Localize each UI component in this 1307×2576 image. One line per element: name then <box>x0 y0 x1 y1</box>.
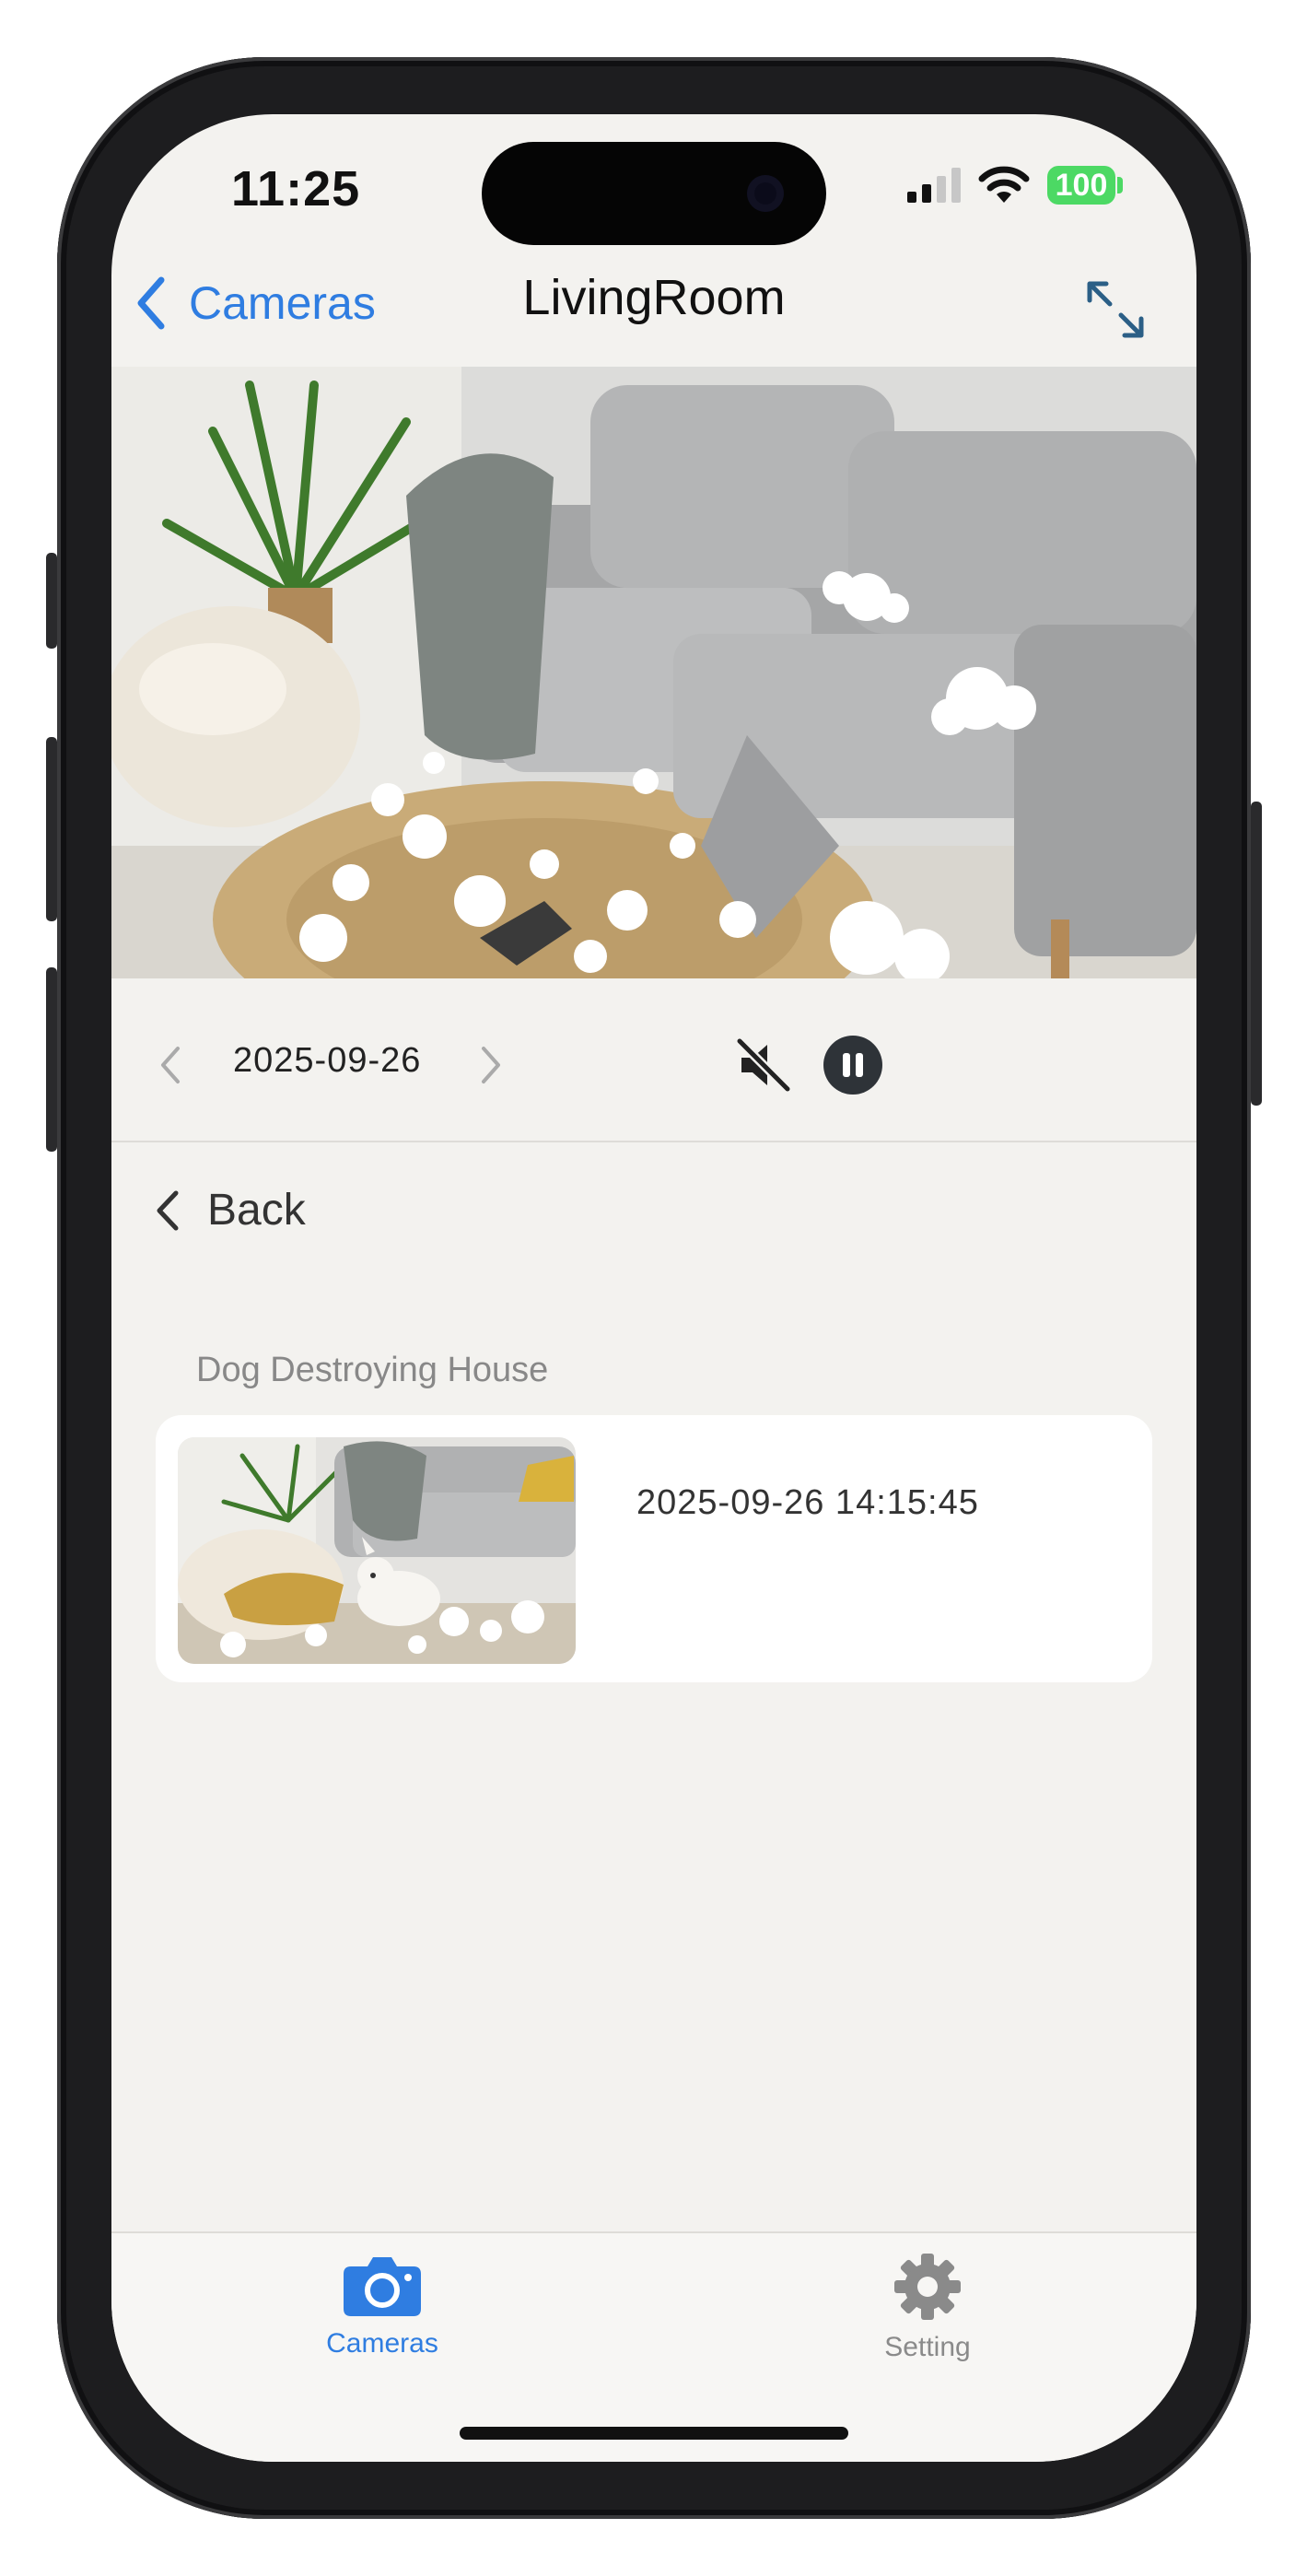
pause-icon[interactable] <box>823 1035 883 1095</box>
previous-date-icon[interactable] <box>158 1043 185 1087</box>
tab-label: Cameras <box>326 2328 438 2359</box>
battery-tip <box>1117 177 1123 193</box>
playback-date[interactable]: 2025-09-26 <box>233 1041 421 1081</box>
page-title: LivingRoom <box>522 270 786 325</box>
chevron-left-icon <box>157 1190 179 1230</box>
event-timestamp: 2025-09-26 14:15:45 <box>636 1483 979 1522</box>
tab-label: Setting <box>884 2332 971 2362</box>
action-button <box>46 553 57 649</box>
camera-live-view[interactable] <box>111 367 1196 978</box>
home-indicator[interactable] <box>460 2427 848 2440</box>
next-date-icon[interactable] <box>476 1043 504 1087</box>
camera-icon <box>344 2257 421 2316</box>
event-card[interactable]: 2025-09-26 14:15:45 <box>156 1415 1152 1682</box>
living-room-image <box>111 367 1196 978</box>
app-screen: 11:25 100 Cameras LivingRoom 2025-09-26 … <box>111 114 1196 2462</box>
mute-icon[interactable] <box>734 1036 793 1095</box>
dog-thumbnail-image <box>178 1437 576 1664</box>
front-camera <box>747 175 784 212</box>
power-button <box>1251 802 1262 1106</box>
status-time: 11:25 <box>231 161 361 217</box>
wifi-icon <box>978 166 1030 203</box>
battery-icon: 100 <box>1047 166 1115 205</box>
fullscreen-icon[interactable] <box>1082 276 1149 343</box>
dynamic-island <box>482 142 826 245</box>
gear-icon <box>894 2254 961 2320</box>
back-label: Back <box>207 1186 306 1235</box>
event-thumbnail <box>178 1437 576 1664</box>
volume-up-button <box>46 737 57 921</box>
event-group-title: Dog Destroying House <box>196 1351 549 1389</box>
tab-setting[interactable]: Setting <box>817 2252 1038 2363</box>
back-button[interactable]: Back <box>154 1185 306 1235</box>
tab-cameras[interactable]: Cameras <box>272 2252 493 2359</box>
volume-down-button <box>46 967 57 1152</box>
cellular-signal-icon <box>907 168 961 203</box>
